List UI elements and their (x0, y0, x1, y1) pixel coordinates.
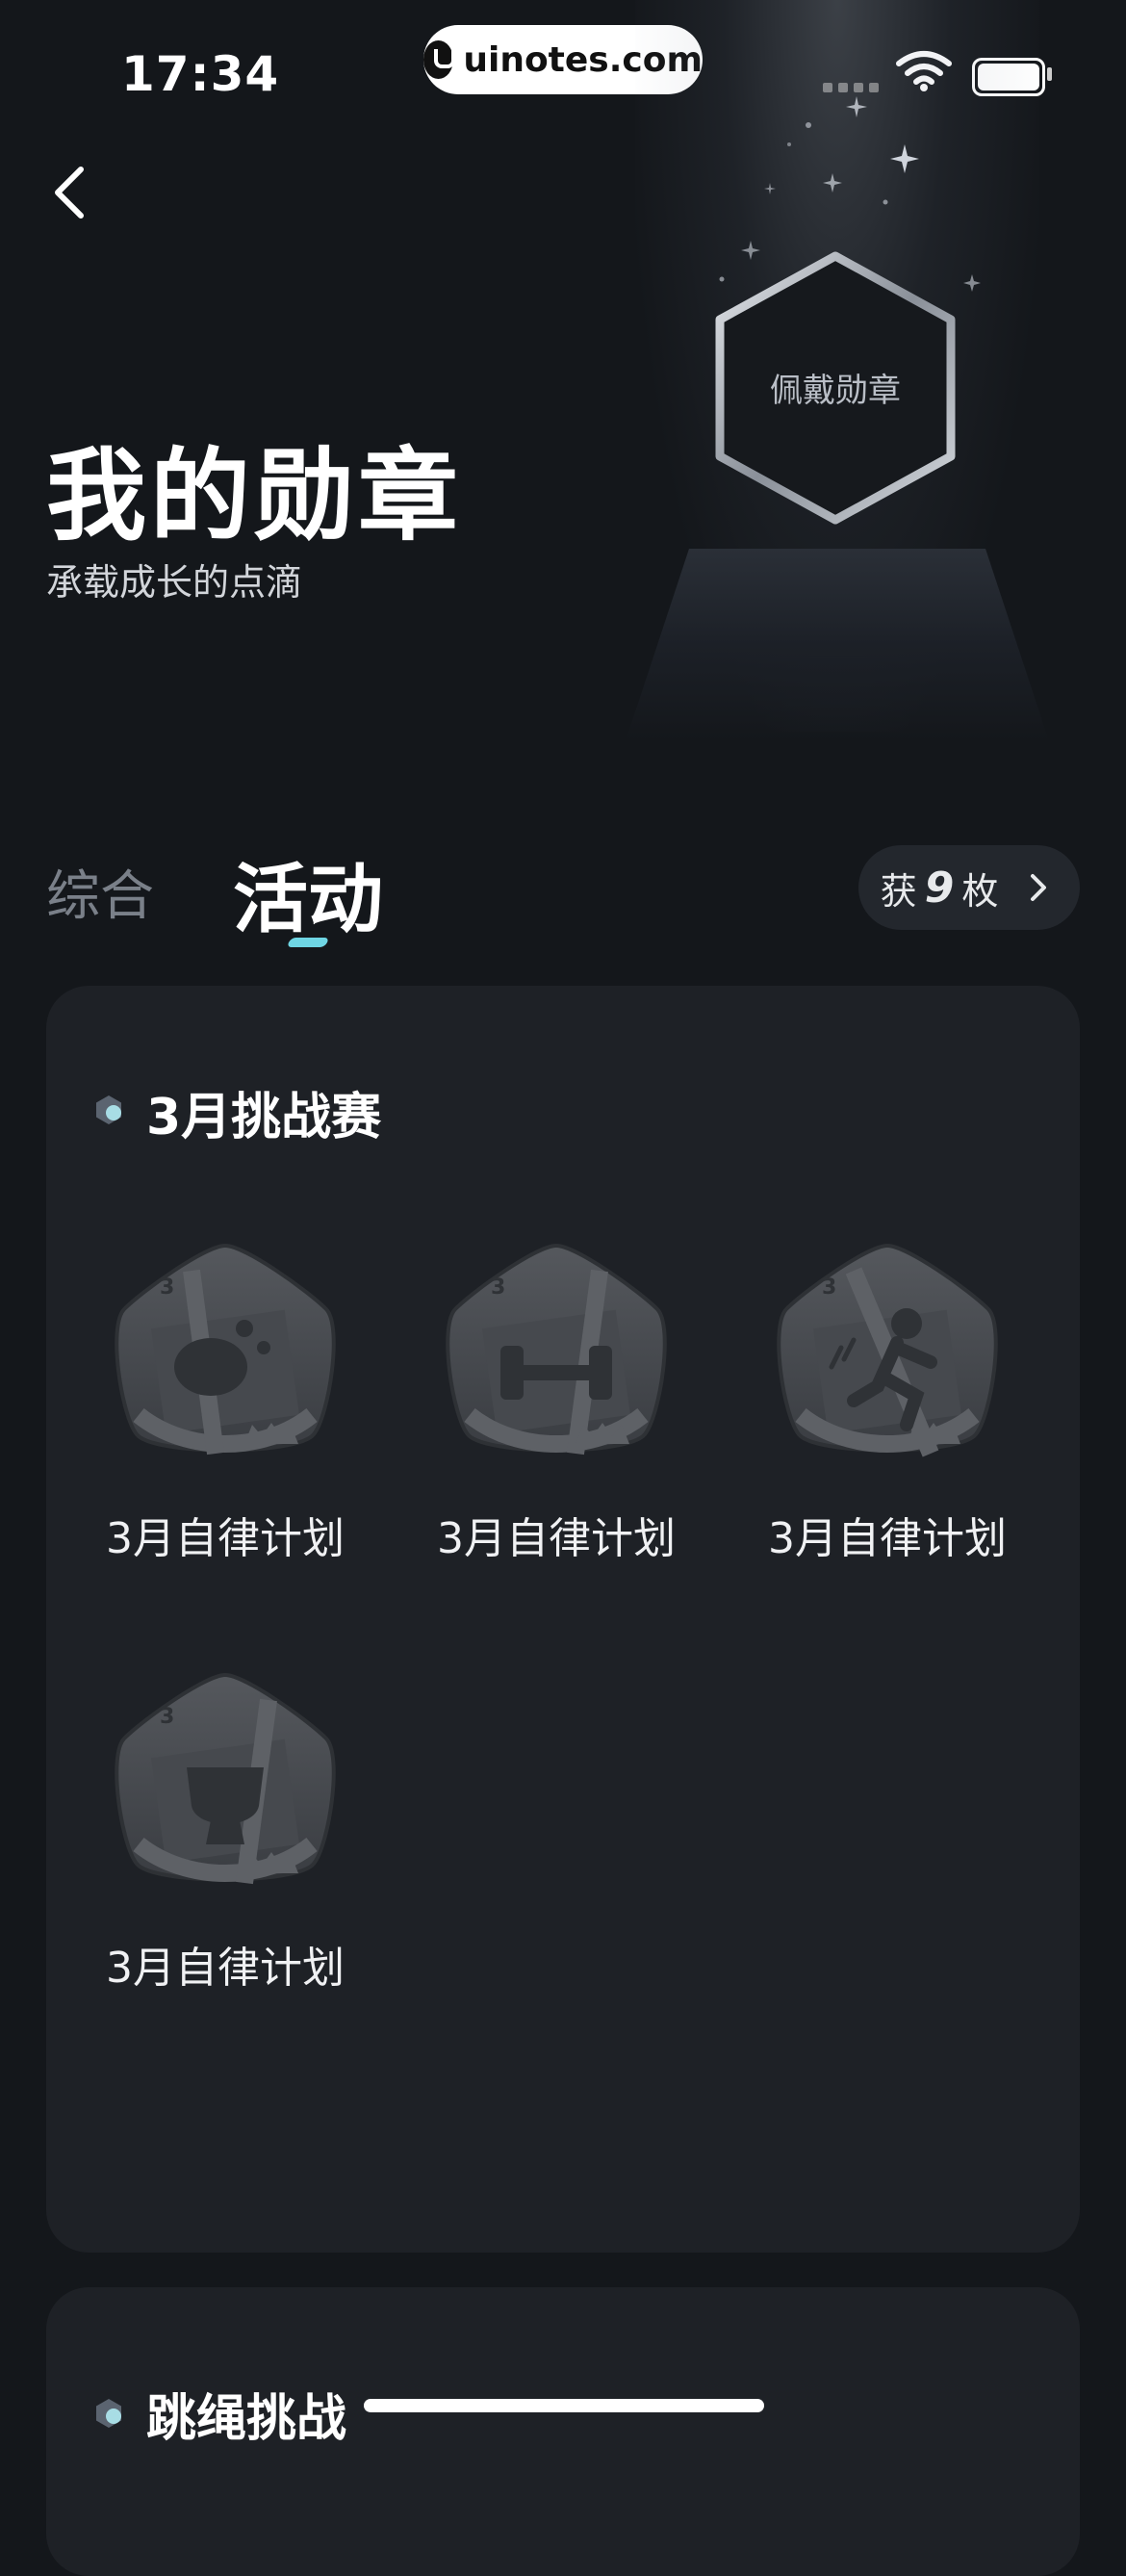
count-suffix: 枚 (961, 869, 999, 913)
count-prefix: 获 (880, 869, 917, 913)
tab-activity[interactable]: 活动 (233, 839, 383, 947)
home-indicator[interactable] (364, 2399, 764, 2412)
runner-badge-icon: 3 (777, 1243, 998, 1457)
svg-text:3: 3 (822, 1275, 836, 1300)
badge-label: 3月自律计划 (106, 1944, 345, 1993)
badge-item[interactable]: 3 3月自律计划 (402, 1232, 710, 1565)
svg-text:3: 3 (160, 1275, 174, 1300)
bean-badge-icon: 3 (115, 1243, 336, 1455)
badge-item[interactable]: 3 3月自律计划 (71, 1232, 379, 1565)
section-title: 跳绳挑战 (146, 2390, 347, 2448)
section-hexagon-icon (96, 1095, 121, 1124)
page-title: 我的勋章 (46, 437, 463, 554)
badge-label: 3月自律计划 (106, 1514, 345, 1563)
badge-label: 3月自律计划 (768, 1514, 1007, 1563)
svg-text:3: 3 (491, 1275, 505, 1300)
section-card (46, 986, 1080, 2253)
tab-general[interactable]: 综合 (46, 853, 154, 931)
wear-badge-label: 佩戴勋章 (770, 372, 901, 410)
watermark-logo-icon (423, 40, 456, 79)
badge-pedestal (626, 549, 1049, 741)
trophy-badge-icon: 3 (115, 1672, 336, 1885)
badge-item[interactable]: 3 3月自律计划 (71, 1662, 379, 1995)
chevron-left-icon (55, 167, 84, 219)
page-subtitle: 承载成长的点滴 (46, 561, 303, 604)
active-tab-indicator (286, 938, 330, 947)
section-hexagon-icon (96, 2399, 121, 2428)
count-value: 9 (924, 863, 955, 913)
battery-cap (1047, 67, 1052, 81)
badge-label: 3月自律计划 (437, 1514, 676, 1563)
badge-count-button[interactable]: 获 9 枚 (858, 845, 1080, 930)
back-button[interactable] (46, 164, 104, 221)
status-time: 17:34 (121, 46, 280, 102)
dumbbell-badge-icon: 3 (446, 1243, 667, 1455)
chevron-right-icon (1031, 874, 1047, 901)
svg-text:3: 3 (160, 1705, 174, 1729)
badge-item[interactable]: 3 3月自律计划 (733, 1232, 1041, 1565)
section-title: 3月挑战赛 (146, 1089, 382, 1146)
